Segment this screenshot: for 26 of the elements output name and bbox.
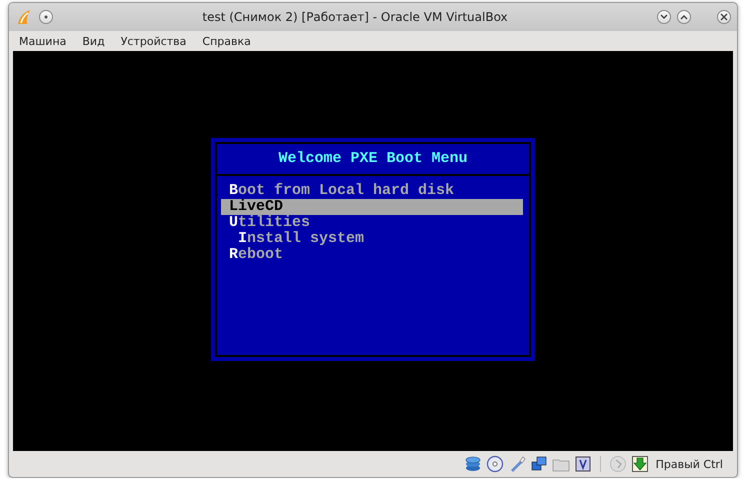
menu-item[interactable]: Справка — [202, 34, 251, 48]
minimize-button[interactable] — [657, 10, 671, 24]
menu-item[interactable]: Вид — [82, 34, 105, 48]
window-title: test (Снимок 2) [Работает] - Oracle VM VirtualBox — [201, 10, 509, 24]
boot-menu-item[interactable]: LiveCD — [221, 198, 523, 214]
maximize-button[interactable] — [677, 10, 691, 24]
chevron-up-icon — [680, 14, 688, 20]
host-key-label: Правый Ctrl — [656, 458, 723, 470]
boot-menu-item[interactable]: Reboot — [221, 246, 523, 262]
menu-button[interactable] — [39, 10, 53, 24]
close-icon — [720, 13, 728, 21]
hard-disk-icon[interactable] — [464, 455, 482, 473]
menu-item[interactable]: Устройства — [120, 34, 186, 48]
boot-menu-item[interactable]: Boot from Local hard disk — [221, 182, 523, 198]
keyboard-capture-icon[interactable] — [630, 455, 649, 473]
menu-item[interactable]: Машина — [19, 34, 66, 48]
chip-icon[interactable] — [574, 455, 592, 473]
app-icon — [15, 8, 33, 26]
network-icon[interactable] — [530, 455, 548, 473]
close-button[interactable] — [717, 10, 731, 24]
cd-icon[interactable] — [486, 455, 504, 473]
chevron-down-icon — [660, 14, 668, 20]
dot-icon — [44, 15, 48, 19]
boot-menu-item[interactable]: Install system — [221, 230, 523, 246]
boot-menu-item[interactable]: Utilities — [221, 214, 523, 230]
boot-menu-title: Welcome PXE Boot Menu — [217, 144, 529, 176]
